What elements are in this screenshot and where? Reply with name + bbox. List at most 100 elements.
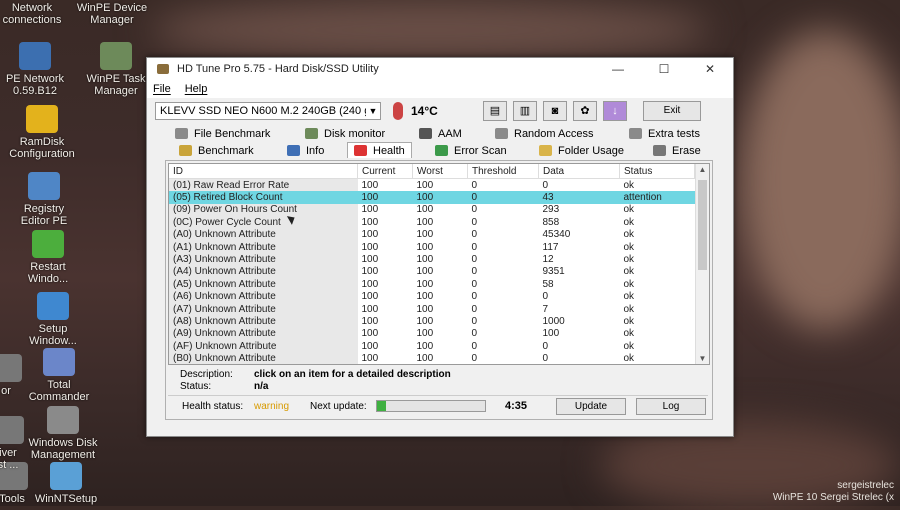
screenshot-icon[interactable]: ◙ <box>543 101 567 121</box>
cell-id: (09) Power On Hours Count <box>169 203 358 217</box>
tab-erase[interactable]: Erase <box>653 143 701 158</box>
disk-monitor-icon <box>305 128 318 139</box>
tab-aam[interactable]: AAM <box>419 126 462 141</box>
cell-data: 43 <box>538 191 620 204</box>
cell-id: (AF) Unknown Attribute <box>169 340 358 353</box>
desktop-icon[interactable]: Setup Window... <box>7 292 99 347</box>
title-bar[interactable]: HD Tune Pro 5.75 - Hard Disk/SSD Utility… <box>147 58 733 80</box>
table-row[interactable]: (A4) Unknown Attribute 100 100 0 9351 ok <box>169 265 695 279</box>
scroll-up-icon[interactable]: ▲ <box>696 165 709 174</box>
desktop-icon-label: Tools <box>0 493 25 505</box>
cell-data: 7 <box>542 303 549 315</box>
cell-id: (A3) Unknown Attribute <box>169 253 358 266</box>
desktop-icon[interactable]: Restart Windo... <box>2 230 94 285</box>
cell-id: (0C) Power Cycle Count <box>169 216 358 229</box>
desktop-icon[interactable]: or <box>0 354 52 397</box>
table-row[interactable]: (AF) Unknown Attribute 100 100 0 0 ok <box>169 340 695 353</box>
drive-select[interactable]: KLEVV SSD NEO N600 M.2 240GB (240 g ▼ <box>155 102 381 120</box>
cell-worst: 100 <box>416 241 434 253</box>
table-row[interactable]: (A9) Unknown Attribute 100 100 0 100 ok <box>169 327 695 341</box>
menu-file[interactable]: File <box>153 83 171 95</box>
desktop-icon[interactable]: iver st ... <box>0 416 54 471</box>
tab-health[interactable]: Health <box>347 142 412 158</box>
cell-current: 100 <box>361 340 379 352</box>
table-row[interactable]: (09) Power On Hours Count 100 100 0 293 ok <box>169 203 695 217</box>
table-row[interactable]: (A6) Unknown Attribute 100 100 0 0 ok <box>169 290 695 303</box>
desktop-icon[interactable]: WinPE Device Manager <box>66 2 158 26</box>
table-header-row: ID Current Worst Threshold Data Status <box>169 164 695 179</box>
cell-current: 100 <box>361 241 379 253</box>
table-row[interactable]: (A8) Unknown Attribute 100 100 0 1000 ok <box>169 315 695 328</box>
menu-help[interactable]: Help <box>185 83 208 95</box>
col-id[interactable]: ID <box>169 164 358 179</box>
save-icon[interactable]: ↓ <box>603 101 627 121</box>
col-status[interactable]: Status <box>619 164 695 179</box>
exit-button[interactable]: Exit <box>643 101 701 121</box>
hdtune-window: HD Tune Pro 5.75 - Hard Disk/SSD Utility… <box>146 57 734 437</box>
tab-extra-tests[interactable]: Extra tests <box>629 126 700 141</box>
update-button[interactable]: Update <box>556 397 626 415</box>
benchmark-icon <box>179 145 192 156</box>
cell-worst: 100 <box>416 278 434 290</box>
log-button[interactable]: Log <box>636 397 706 415</box>
tab-file-benchmark[interactable]: File Benchmark <box>175 126 270 141</box>
table-scrollbar[interactable]: ▲ ▼ <box>695 164 709 364</box>
info-icon <box>287 145 300 156</box>
tab-random-access[interactable]: Random Access <box>495 126 593 141</box>
table-row[interactable]: (0C) Power Cycle Count 100 100 0 858 ok <box>169 216 695 229</box>
col-worst[interactable]: Worst <box>412 164 468 179</box>
desktop-icon-label: Setup <box>38 323 68 335</box>
table-row[interactable]: (A0) Unknown Attribute 100 100 0 45340 ok <box>169 228 695 241</box>
col-threshold[interactable]: Threshold <box>467 164 539 179</box>
col-current[interactable]: Current <box>357 164 413 179</box>
tab-label: Error Scan <box>454 144 507 157</box>
tab-disk-monitor[interactable]: Disk monitor <box>305 126 385 141</box>
desktop-icon-label: or <box>1 385 11 397</box>
cell-status: ok <box>623 229 635 241</box>
desktop-icon-label: PE Network <box>5 73 65 85</box>
desktop-icon-label: st ... <box>0 459 19 471</box>
copy-info-icon[interactable]: ▤ <box>483 101 507 121</box>
menu-bar: File Help <box>147 80 733 98</box>
cell-status: ok <box>623 328 635 340</box>
table-row[interactable]: (01) Raw Read Error Rate 100 100 0 0 ok <box>169 178 695 192</box>
options-icon[interactable]: ✿ <box>573 101 597 121</box>
cell-data: 0 <box>542 179 549 191</box>
maximize-button[interactable]: ☐ <box>641 62 687 76</box>
table-row[interactable]: (A3) Unknown Attribute 100 100 0 12 ok <box>169 253 695 266</box>
status-label: Status: <box>180 381 212 392</box>
desktop-icon[interactable]: PE Network 0.59.B12 <box>0 42 81 97</box>
table-row[interactable]: (A1) Unknown Attribute 100 100 0 117 ok <box>169 240 695 254</box>
pe-network-icon <box>19 42 51 70</box>
hdtune-app-icon <box>157 64 169 74</box>
table-row[interactable]: (05) Retired Block Count 100 100 0 43 attenti… <box>169 191 695 204</box>
cell-status: ok <box>623 254 635 266</box>
col-data[interactable]: Data <box>538 164 620 179</box>
cell-current: 100 <box>361 254 379 266</box>
tab-folder-usage[interactable]: Folder Usage <box>539 143 624 158</box>
health-cross-icon <box>354 145 367 156</box>
scroll-down-icon[interactable]: ▼ <box>696 354 709 363</box>
tab-label: Info <box>306 144 325 157</box>
cell-threshold: 0 <box>471 266 478 278</box>
random-access-icon <box>495 128 508 139</box>
cell-status: ok <box>623 204 635 216</box>
tab-error-scan[interactable]: Error Scan <box>435 143 507 158</box>
desktop-icon[interactable]: RamDisk Configuration <box>0 105 88 160</box>
cell-data: 45340 <box>542 229 571 241</box>
cell-id: (A0) Unknown Attribute <box>169 228 358 241</box>
table-row[interactable]: (B0) Unknown Attribute 100 100 0 0 ok <box>169 352 695 364</box>
file-benchmark-icon <box>175 128 188 139</box>
folder-icon <box>539 145 552 156</box>
scrollbar-thumb[interactable] <box>698 180 707 270</box>
copy-text-icon[interactable]: ▥ <box>513 101 537 121</box>
cell-data: 0 <box>542 340 549 352</box>
tab-info[interactable]: Info <box>287 143 324 158</box>
chevron-down-icon: ▼ <box>368 106 378 116</box>
desktop-icon[interactable]: Registry Editor PE <box>0 172 90 227</box>
minimize-button[interactable]: — <box>595 62 641 76</box>
table-row[interactable]: (A5) Unknown Attribute 100 100 0 58 ok <box>169 278 695 291</box>
close-button[interactable]: ✕ <box>687 62 733 76</box>
tab-benchmark[interactable]: Benchmark <box>179 143 254 158</box>
table-row[interactable]: (A7) Unknown Attribute 100 100 0 7 ok <box>169 302 695 316</box>
